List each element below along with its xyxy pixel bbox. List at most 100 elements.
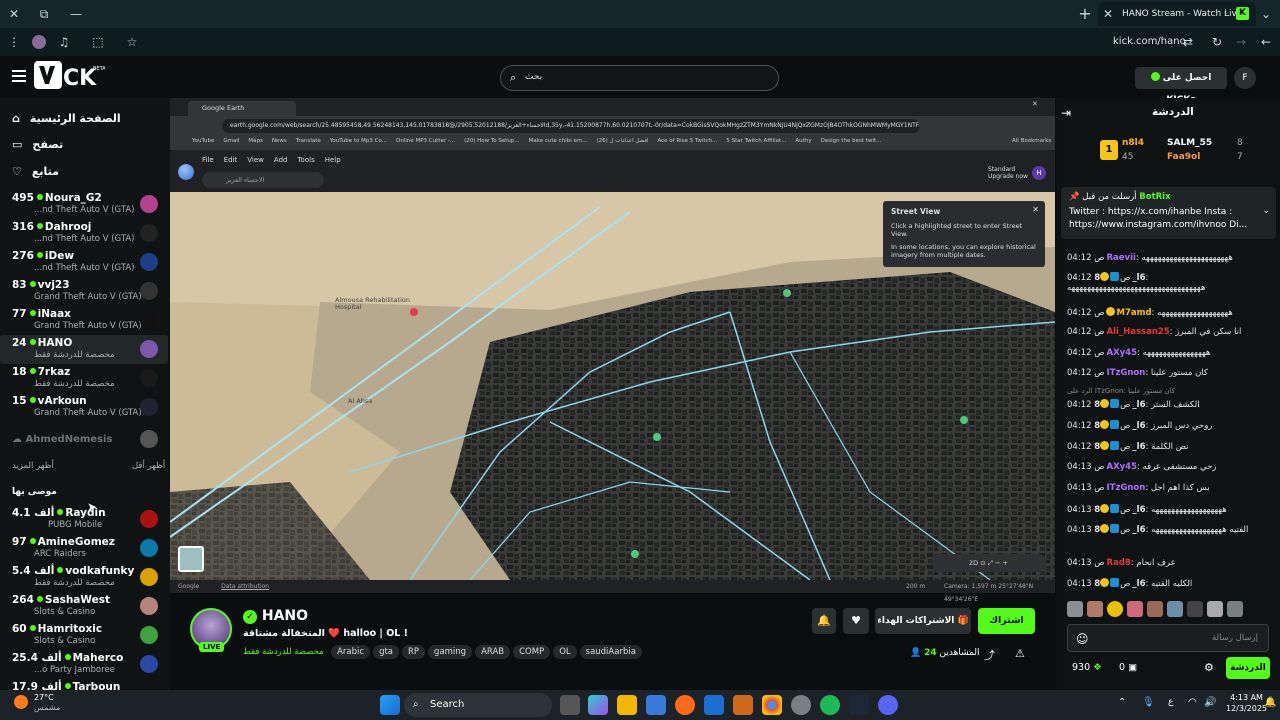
- site-settings-icon[interactable]: ⇄: [1176, 28, 1200, 56]
- recommended-item[interactable]: 17.9 ألف Tarboun: [0, 679, 168, 690]
- tray-chevron-icon[interactable]: ⌃: [1118, 697, 1126, 708]
- file-explorer-icon[interactable]: [617, 695, 637, 715]
- copilot-icon[interactable]: [588, 695, 608, 715]
- tag[interactable]: RP: [402, 645, 426, 659]
- taskbar-search[interactable]: ⌕ Search: [404, 693, 552, 717]
- spotify-icon[interactable]: [820, 695, 840, 715]
- new-tab-button[interactable]: +: [1073, 0, 1097, 28]
- bookmark-star-icon[interactable]: ☆: [120, 28, 144, 56]
- channel-item[interactable]: 316 Dahrooj ...nd Theft Auto V (GTA): [0, 219, 168, 248]
- chrome-icon[interactable]: [762, 695, 782, 715]
- streamer-name-row[interactable]: ✓ HANO: [243, 608, 308, 624]
- tag[interactable]: gta: [373, 645, 399, 659]
- tag[interactable]: Arabic: [331, 645, 371, 659]
- menu-dots-icon[interactable]: ⋮: [2, 28, 26, 56]
- follow-button[interactable]: ♥: [843, 608, 869, 634]
- collapse-chat-icon[interactable]: ⇥: [1061, 106, 1071, 120]
- pinned-message[interactable]: 📌 أرسلت من قبل BotRix Twitter : https://…: [1061, 187, 1276, 239]
- emote[interactable]: [1227, 601, 1243, 617]
- gift-subs-button[interactable]: الاشتراكات الهداء 🎁: [875, 608, 971, 634]
- weather-widget[interactable]: 27°C مشمس: [34, 693, 60, 713]
- msg-user[interactable]: Ali_Hassan25: [1106, 327, 1169, 337]
- msg-user[interactable]: AXy45: [1106, 462, 1137, 472]
- hamburger-icon[interactable]: [12, 70, 26, 82]
- show-less-button[interactable]: أظهر أقل: [132, 461, 165, 471]
- chevron-down-icon[interactable]: ⌄: [1262, 206, 1270, 216]
- emote[interactable]: [1207, 601, 1223, 617]
- store-icon[interactable]: [646, 695, 666, 715]
- emote[interactable]: [1147, 601, 1163, 617]
- tab-menu-icon[interactable]: ⌄: [1254, 0, 1278, 28]
- firefox-icon[interactable]: [675, 695, 695, 715]
- mic-icon[interactable]: 🎙: [1142, 697, 1155, 708]
- steam-icon[interactable]: [849, 695, 869, 715]
- emote[interactable]: [1127, 601, 1143, 617]
- msg-user[interactable]: Rad8: [1106, 558, 1130, 568]
- discord-icon[interactable]: [878, 695, 898, 715]
- wifi-icon[interactable]: ◠: [1188, 697, 1197, 708]
- notifications-icon[interactable]: 🔔: [1264, 697, 1276, 708]
- channel-item[interactable]: 83 vvj23 Grand Theft Auto V (GTA): [0, 277, 168, 306]
- emote[interactable]: [1067, 601, 1083, 617]
- nav-browse[interactable]: ▭ تصفح: [12, 138, 63, 151]
- media-icon[interactable]: ♫: [52, 28, 76, 56]
- github-icon[interactable]: [791, 695, 811, 715]
- nav-following[interactable]: ♡ متابع: [12, 165, 59, 178]
- chat-settings-icon[interactable]: ⚙: [1204, 661, 1214, 674]
- channel-item-active[interactable]: 24 HANO مخصصة للدردشة فقط: [0, 335, 168, 364]
- recommended-item[interactable]: 5.4 ألف vodkafunky مخصصة للدردشة فقط: [0, 563, 168, 592]
- restore-icon[interactable]: ⧉: [32, 0, 56, 28]
- channel-item[interactable]: 495 Noura_G2 ...nd Theft Auto V (GTA): [0, 190, 168, 219]
- recommended-item[interactable]: 4.1 ألف Raydin PUBG Mobile: [0, 505, 168, 534]
- tag[interactable]: OL: [553, 645, 577, 659]
- tag[interactable]: ARAB: [475, 645, 511, 659]
- app-icon[interactable]: [733, 695, 753, 715]
- outlook-icon[interactable]: [704, 695, 724, 715]
- emote[interactable]: [1167, 601, 1183, 617]
- subscribe-button[interactable]: اشتراك: [978, 608, 1035, 634]
- minimize-icon[interactable]: —: [64, 0, 88, 28]
- language-icon[interactable]: ع: [1168, 697, 1173, 707]
- recommended-item[interactable]: 60 Hamritoxic Slots & Casino: [0, 621, 168, 650]
- nav-home[interactable]: ⌂ الصفحة الرئيسية: [12, 112, 121, 125]
- msg-user[interactable]: ITzGnon: [1106, 483, 1145, 493]
- tag[interactable]: saudiAarbia: [579, 645, 642, 659]
- channel-item[interactable]: 276 iDew ...nd Theft Auto V (GTA): [0, 248, 168, 277]
- channel-item[interactable]: 77 iNaax Grand Theft Auto V (GTA): [0, 306, 168, 335]
- tag[interactable]: gaming: [428, 645, 473, 659]
- recommended-item[interactable]: 264 SashaWest Slots & Casino: [0, 592, 168, 621]
- channel-item[interactable]: 18 7rkaz مخصصة للدردشة فقط: [0, 364, 168, 393]
- stream-category[interactable]: مخصصة للدردشة فقط: [243, 647, 324, 657]
- msg-user[interactable]: ITzGnon: [1106, 368, 1145, 378]
- close-window-icon[interactable]: ✕: [2, 0, 26, 28]
- chat-input[interactable]: ☺ إرسال رسالة: [1067, 624, 1269, 652]
- active-tab[interactable]: HANO Stream - Watch Live: [1098, 2, 1256, 26]
- extensions-icon[interactable]: ⬚: [86, 28, 110, 56]
- recommended-item[interactable]: 25.4 ألف Maherco ...o Party Jamboree: [0, 650, 168, 679]
- emote[interactable]: [1087, 601, 1103, 617]
- msg-user[interactable]: AXy45: [1106, 348, 1137, 358]
- report-icon[interactable]: ⚠: [1015, 647, 1025, 660]
- offline-channel[interactable]: ☁ AhmedNemesis: [12, 434, 112, 445]
- reload-icon[interactable]: ↻: [1205, 28, 1229, 56]
- forward-icon[interactable]: →: [1229, 28, 1253, 56]
- user-avatar[interactable]: F: [1234, 67, 1256, 89]
- start-icon[interactable]: [380, 695, 400, 715]
- msg-user[interactable]: M7amd: [1116, 308, 1151, 318]
- emote[interactable]: [1107, 601, 1123, 617]
- tag[interactable]: COMP: [513, 645, 551, 659]
- recommended-item[interactable]: 97 AmineGomez ARC Raiders: [0, 534, 168, 563]
- share-icon[interactable]: ⤴: [984, 647, 995, 663]
- emoji-icon[interactable]: ☺: [1076, 632, 1089, 646]
- url-field[interactable]: kick.com/hano: [1113, 28, 1186, 56]
- search-input[interactable]: ⌕ بحث: [500, 65, 779, 91]
- send-chat-button[interactable]: الدردشة: [1226, 657, 1270, 679]
- volume-icon[interactable]: 🔊: [1204, 697, 1216, 708]
- task-view-icon[interactable]: [560, 695, 580, 715]
- close-tab-icon[interactable]: ✕: [1096, 0, 1120, 28]
- back-icon[interactable]: ←: [1254, 28, 1278, 56]
- get-kicks-button[interactable]: احصل على KICKs: [1135, 67, 1227, 105]
- notification-bell-button[interactable]: 🔔: [812, 608, 836, 634]
- kick-logo[interactable]: CK BETA: [33, 60, 106, 91]
- msg-user[interactable]: Raevii: [1106, 253, 1135, 263]
